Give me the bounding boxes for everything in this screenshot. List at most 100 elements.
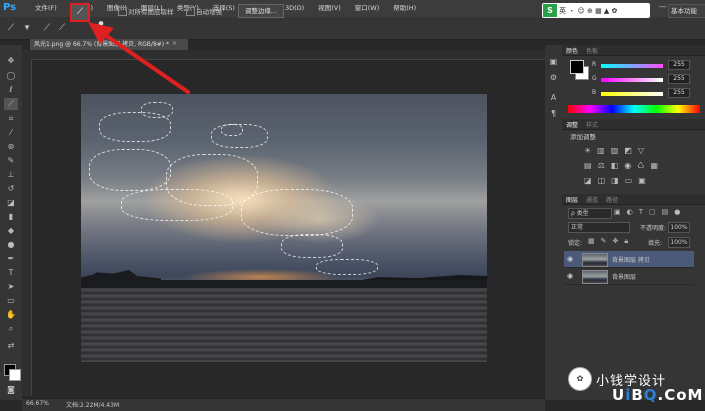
opacity-input[interactable]: 100% (668, 222, 690, 233)
gradient-tool-icon[interactable]: ▮ (4, 211, 18, 223)
vibrance-icon[interactable]: ▽ (638, 146, 644, 156)
auto-enhance-checkbox[interactable] (186, 7, 195, 16)
type-tool-icon[interactable]: T (4, 267, 18, 279)
selective-color-icon[interactable]: ▣ (638, 176, 646, 186)
background-color-swatch[interactable] (9, 369, 21, 381)
photo-filter-icon[interactable]: ◉ (624, 161, 631, 171)
b-slider[interactable] (601, 92, 663, 96)
layers-panel-tabs: 图层 通道 路径 (566, 195, 618, 204)
menu-file[interactable]: 文件(F) (28, 0, 64, 17)
tab-color[interactable]: 颜色 (566, 46, 578, 55)
brush-tool-icon[interactable]: ✎ (4, 155, 18, 167)
lock-transparent-icon[interactable]: ▦ (588, 237, 595, 246)
zoom-level[interactable]: 66.67% (26, 400, 49, 407)
path-selection-tool-icon[interactable]: ➤ (4, 281, 18, 293)
history-panel-icon[interactable]: ▣ (548, 56, 559, 67)
g-value[interactable]: 255 (668, 74, 690, 84)
color-balance-icon[interactable]: ⚖ (598, 161, 605, 171)
lock-all-icon[interactable]: 🔒︎ (624, 237, 628, 246)
swap-colors-icon[interactable]: ⇄ (4, 340, 18, 352)
color-lookup-icon[interactable]: ▦ (650, 161, 658, 171)
minimize-button[interactable]: — (659, 2, 667, 11)
photoshop-logo: Ps (3, 2, 17, 13)
dropdown-arrow-icon[interactable]: ▾ (20, 21, 34, 35)
history-brush-tool-icon[interactable]: ↺ (4, 183, 18, 195)
quick-select-tool-icon[interactable]: ⟋ (4, 21, 18, 35)
blur-tool-icon[interactable]: ◆ (4, 225, 18, 237)
properties-panel-icon[interactable]: ⚙ (548, 72, 559, 83)
hue-saturation-icon[interactable]: ▤ (584, 161, 592, 171)
layer-row-selected[interactable]: ◉ 背景图层 拷贝 (564, 251, 694, 268)
tab-channels[interactable]: 通道 (586, 195, 598, 204)
filter-shape-icon[interactable]: ▢ (649, 208, 656, 216)
b-value[interactable]: 255 (668, 88, 690, 98)
menu-window[interactable]: 窗口(W) (348, 0, 387, 17)
clone-stamp-tool-icon[interactable]: ⊥ (4, 169, 18, 181)
add-selection-brush-icon[interactable]: ⟋ (55, 21, 69, 35)
threshold-icon[interactable]: ◨ (611, 176, 619, 186)
sample-all-layers-checkbox[interactable] (118, 7, 127, 16)
levels-icon[interactable]: ▥ (597, 146, 605, 156)
tab-layers[interactable]: 图层 (566, 195, 578, 204)
tab-swatches[interactable]: 色板 (586, 46, 598, 55)
eyedropper-tool-icon[interactable]: ⁄ (4, 127, 18, 139)
marquee-tool-icon[interactable]: ◯ (4, 70, 18, 82)
crop-tool-icon[interactable]: ⌗ (4, 113, 18, 125)
posterize-icon[interactable]: ◫ (598, 176, 606, 186)
move-tool-icon[interactable]: ✥ (4, 55, 18, 67)
pen-tool-icon[interactable]: ✒ (4, 253, 18, 265)
menu-help[interactable]: 帮助(H) (386, 0, 423, 17)
quick-mask-icon[interactable]: ◙ (4, 384, 18, 396)
black-white-icon[interactable]: ◧ (611, 161, 619, 171)
visibility-eye-icon[interactable]: ◉ (567, 255, 573, 263)
tab-paths[interactable]: 路径 (606, 195, 618, 204)
hand-tool-icon[interactable]: ✋ (4, 309, 18, 321)
eraser-tool-icon[interactable]: ◪ (4, 197, 18, 209)
brightness-icon[interactable]: ☀ (584, 146, 591, 156)
lasso-tool-icon[interactable]: ℓ (4, 84, 18, 96)
curves-icon[interactable]: ▨ (611, 146, 619, 156)
color-spectrum-bar[interactable] (568, 105, 700, 113)
auto-enhance-label: 自动增强 (196, 8, 222, 16)
fill-input[interactable]: 100% (668, 237, 690, 248)
lock-position-icon[interactable]: ✥ (613, 237, 619, 246)
workspace-select[interactable]: 基本功能 (668, 4, 705, 18)
document-info[interactable]: 文档:2.22M/4.43M (66, 400, 119, 409)
refine-edge-button[interactable]: 调整边缘... (238, 4, 284, 18)
r-slider[interactable] (601, 64, 663, 68)
selection-outline (221, 124, 243, 136)
channel-mixer-icon[interactable]: ♺ (637, 161, 644, 171)
invert-icon[interactable]: ◪ (584, 176, 592, 186)
layer-filter-select[interactable]: ρ 类型 (568, 208, 612, 219)
filter-smart-icon[interactable]: ▤ (662, 208, 669, 216)
tab-styles[interactable]: 样式 (586, 120, 598, 129)
zoom-tool-icon[interactable]: ⌕ (4, 323, 18, 335)
r-value[interactable]: 255 (668, 60, 690, 70)
filter-type-icon[interactable]: T (639, 208, 643, 216)
gradient-map-icon[interactable]: ▭ (625, 176, 633, 186)
visibility-eye-icon[interactable]: ◉ (567, 272, 573, 280)
canvas-image[interactable] (81, 94, 487, 362)
layer-row[interactable]: ◉ 背景图层 (564, 268, 694, 285)
character-panel-icon[interactable]: A (548, 92, 559, 103)
exposure-icon[interactable]: ◩ (624, 146, 632, 156)
filter-toggle-icon[interactable]: ● (674, 208, 680, 216)
panel-foreground-swatch[interactable] (570, 60, 584, 74)
tab-adjustments[interactable]: 调整 (566, 120, 578, 129)
quick-selection-tool-icon[interactable]: ⟋ (4, 98, 18, 110)
dodge-tool-icon[interactable]: ● (4, 239, 18, 251)
site-logo-rest: .CoM (657, 386, 704, 404)
paragraph-panel-icon[interactable]: ¶ (548, 108, 559, 119)
lock-pixels-icon[interactable]: ✎ (601, 237, 607, 246)
shape-tool-icon[interactable]: ▭ (4, 295, 18, 307)
g-slider[interactable] (601, 78, 663, 82)
ime-toolbar[interactable]: S 英 ・ ☺ ⊕ ▦ ▲ ✿ (542, 3, 650, 18)
menu-view[interactable]: 视图(V) (311, 0, 348, 17)
blend-mode-select[interactable]: 正常 (568, 222, 630, 233)
new-selection-brush-icon[interactable]: ⟋ (40, 21, 54, 35)
site-logo-q: Q (643, 386, 658, 404)
healing-brush-tool-icon[interactable]: ⊛ (4, 141, 18, 153)
b-label: B (592, 89, 597, 96)
filter-adjust-icon[interactable]: ◐ (627, 208, 633, 216)
filter-pixel-icon[interactable]: ▣ (614, 208, 621, 216)
